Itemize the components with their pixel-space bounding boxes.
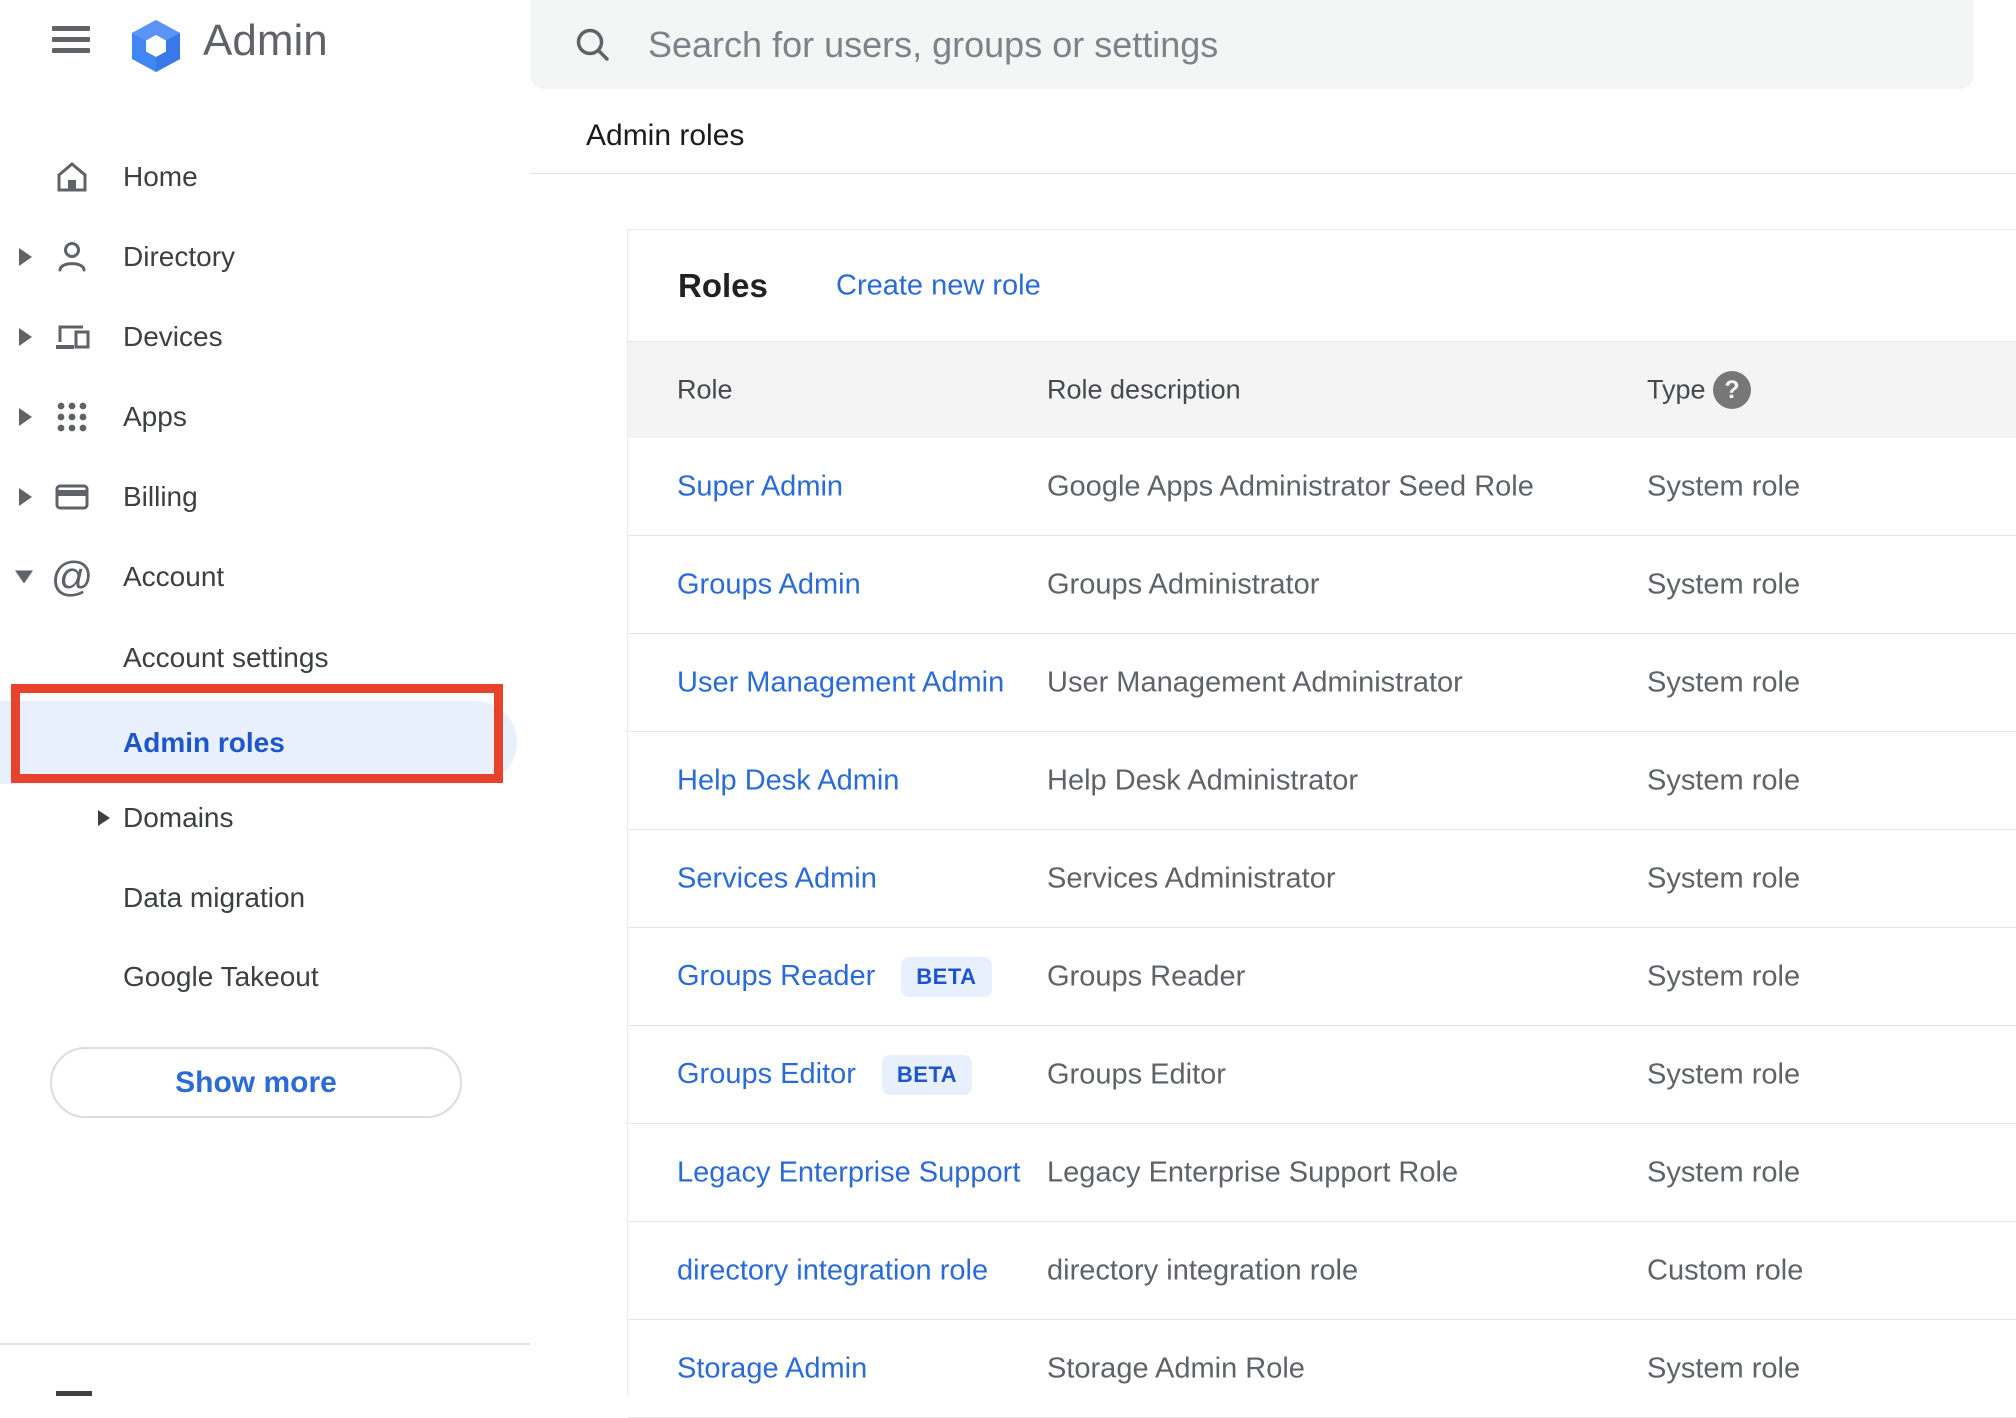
- role-type: Custom role: [1647, 1254, 1804, 1286]
- sidebar-item-data-migration[interactable]: Data migration: [0, 858, 530, 938]
- column-header-role-description: Role description: [1047, 374, 1241, 405]
- role-description: Legacy Enterprise Support Role: [1047, 1156, 1459, 1188]
- role-description: Storage Admin Role: [1047, 1352, 1305, 1384]
- role-link[interactable]: User Management Admin: [677, 666, 1004, 699]
- role-type: System role: [1647, 1156, 1801, 1188]
- search-icon: [570, 22, 616, 68]
- create-new-role-link[interactable]: Create new role: [836, 269, 1041, 302]
- menu-icon[interactable]: [52, 26, 90, 56]
- role-link[interactable]: Groups Editor: [677, 1058, 856, 1091]
- table-row: Services Admin Services Administrator Sy…: [628, 830, 2016, 928]
- role-type: System role: [1647, 470, 1801, 502]
- sidebar-item-label: Billing: [123, 481, 198, 512]
- role-description: Google Apps Administrator Seed Role: [1047, 470, 1534, 502]
- role-link[interactable]: Groups Reader: [677, 960, 875, 993]
- role-description: directory integration role: [1047, 1254, 1359, 1286]
- sidebar-item-account[interactable]: @ Account: [0, 537, 530, 617]
- chevron-down-icon[interactable]: [15, 570, 33, 584]
- table-row: Groups Admin Groups Administrator System…: [628, 536, 2016, 634]
- header-divider: [530, 173, 2016, 174]
- sidebar-item-directory[interactable]: Directory: [0, 217, 530, 297]
- table-header-row: Role Role description Type ?: [628, 341, 2016, 438]
- column-header-type: Type: [1647, 374, 1706, 405]
- table-row: Legacy Enterprise Support Legacy Enterpr…: [628, 1124, 2016, 1222]
- chevron-right-icon[interactable]: [19, 408, 32, 426]
- role-type: System role: [1647, 1352, 1801, 1384]
- breadcrumb: Admin roles: [586, 119, 745, 152]
- account-icon: @: [50, 553, 94, 600]
- table-row: Groups Editor BETA Groups Editor System …: [628, 1026, 2016, 1124]
- table-row: directory integration role directory int…: [628, 1222, 2016, 1320]
- role-type: System role: [1647, 666, 1801, 698]
- roles-card: Roles Create new role Role Role descript…: [627, 229, 2016, 1418]
- sidebar-item-account-settings[interactable]: Account settings: [0, 618, 530, 698]
- role-description: Help Desk Administrator: [1047, 764, 1359, 796]
- role-link[interactable]: Storage Admin: [677, 1352, 867, 1385]
- sidebar-item-label: Devices: [123, 321, 223, 352]
- role-type: System role: [1647, 764, 1801, 796]
- table-row: Storage Admin Storage Admin Role System …: [628, 1320, 2016, 1418]
- sidebar-item-admin-roles[interactable]: Admin roles: [0, 701, 517, 784]
- beta-badge: BETA: [901, 956, 992, 997]
- sidebar-item-label: Home: [123, 161, 198, 192]
- show-more-button[interactable]: Show more: [50, 1047, 462, 1118]
- role-description: Groups Administrator: [1047, 568, 1320, 600]
- role-description: Services Administrator: [1047, 862, 1336, 894]
- role-type: System role: [1647, 960, 1801, 992]
- chevron-right-icon[interactable]: [98, 810, 110, 826]
- sidebar-item-devices[interactable]: Devices: [0, 297, 530, 377]
- billing-icon: [52, 477, 92, 517]
- admin-logo-icon: [128, 18, 184, 74]
- sidebar-item-google-takeout[interactable]: Google Takeout: [0, 937, 530, 1017]
- sidebar-divider: [0, 1343, 530, 1345]
- sidebar-item-label: Domains: [123, 802, 234, 833]
- role-link[interactable]: Legacy Enterprise Support: [677, 1156, 1020, 1189]
- role-link[interactable]: Help Desk Admin: [677, 764, 899, 797]
- app-title: Admin: [203, 16, 328, 65]
- card-header: Roles Create new role: [628, 230, 2016, 341]
- role-type: System role: [1647, 862, 1801, 894]
- table-row: Help Desk Admin Help Desk Administrator …: [628, 732, 2016, 830]
- role-description: Groups Editor: [1047, 1058, 1226, 1090]
- chevron-right-icon[interactable]: [19, 248, 32, 266]
- sidebar-item-label: Data migration: [123, 882, 306, 913]
- table-row: Groups Reader BETA Groups Reader System …: [628, 928, 2016, 1026]
- help-icon[interactable]: ?: [1713, 371, 1751, 409]
- apps-icon: [52, 397, 92, 437]
- role-link[interactable]: Services Admin: [677, 862, 877, 895]
- chevron-right-icon[interactable]: [19, 488, 32, 506]
- search-input[interactable]: Search for users, groups or settings: [531, 0, 1973, 89]
- search-placeholder: Search for users, groups or settings: [648, 24, 1219, 65]
- role-description: Groups Reader: [1047, 960, 1246, 992]
- column-header-role: Role: [677, 374, 733, 405]
- role-link[interactable]: Groups Admin: [677, 568, 861, 601]
- role-description: User Management Administrator: [1047, 666, 1463, 698]
- sidebar-header: Admin: [0, 0, 530, 100]
- beta-badge: BETA: [881, 1054, 973, 1095]
- devices-icon: [52, 317, 92, 357]
- chevron-right-icon[interactable]: [19, 328, 32, 346]
- sidebar-item-label: Directory: [123, 241, 236, 272]
- home-icon: [52, 157, 92, 197]
- directory-icon: [52, 237, 92, 277]
- sidebar-item-domains[interactable]: Domains: [0, 778, 530, 858]
- sidebar: Admin Home Directory Devices Apps Billin…: [0, 0, 530, 1396]
- card-title: Roles: [678, 266, 768, 304]
- sidebar-item-label: Account: [123, 561, 225, 592]
- table-row: Super Admin Google Apps Administrator Se…: [628, 438, 2016, 536]
- sidebar-item-label: Google Takeout: [123, 961, 319, 992]
- sidebar-item-apps[interactable]: Apps: [0, 377, 530, 457]
- role-link[interactable]: directory integration role: [677, 1254, 988, 1287]
- sidebar-item-billing[interactable]: Billing: [0, 457, 530, 537]
- sidebar-item-label: Apps: [123, 401, 187, 432]
- feedback-icon[interactable]: [56, 1391, 92, 1396]
- role-link[interactable]: Super Admin: [677, 470, 843, 503]
- role-type: System role: [1647, 568, 1801, 600]
- table-row: User Management Admin User Management Ad…: [628, 634, 2016, 732]
- sidebar-item-label: Account settings: [123, 642, 329, 673]
- sidebar-item-label: Admin roles: [123, 726, 285, 758]
- sidebar-item-home[interactable]: Home: [0, 137, 530, 217]
- role-type: System role: [1647, 1058, 1801, 1090]
